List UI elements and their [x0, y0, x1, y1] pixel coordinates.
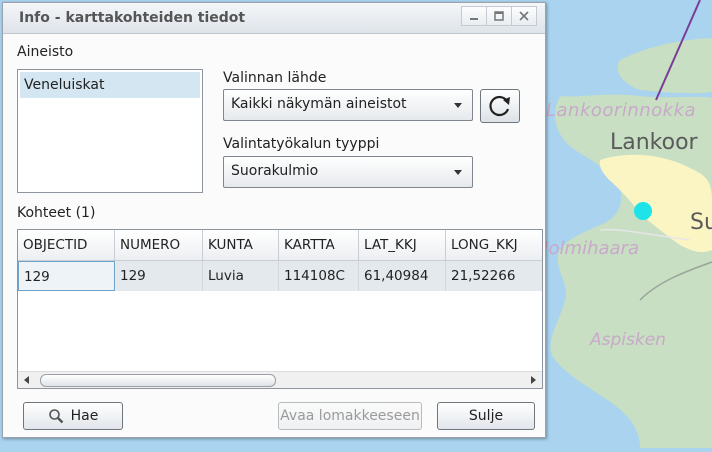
selected-feature-marker[interactable]	[634, 202, 652, 220]
column-header-objectid[interactable]: OBJECTID	[18, 230, 115, 260]
open-form-button[interactable]: Avaa lomakkeeseen	[278, 402, 422, 430]
map-label-lankoorinnokka: Lankoorinnokka	[546, 100, 697, 121]
tool-label: Valintatyökalun tyyppi	[223, 136, 380, 152]
source-select-value: Kaikki näkymän aineistot	[231, 96, 407, 112]
table-cell-long-kkj[interactable]: 21,52266	[446, 261, 542, 291]
close-icon[interactable]	[511, 6, 537, 26]
chevron-down-icon	[454, 103, 462, 108]
maximize-icon[interactable]	[486, 6, 512, 26]
table-row[interactable]: 129 129 Luvia 114108C 61,40984 21,52266	[18, 261, 542, 291]
magnifier-icon	[48, 409, 63, 424]
results-table[interactable]: OBJECTID NUMERO KUNTA KARTTA LAT_KKJ LON…	[17, 229, 543, 389]
window-controls	[461, 6, 537, 26]
source-select[interactable]: Kaikki näkymän aineistot	[223, 89, 473, 121]
search-button[interactable]: Hae	[23, 402, 123, 430]
aineisto-item-veneluiskat[interactable]: Veneluiskat	[20, 72, 200, 98]
close-button[interactable]: Sulje	[437, 402, 535, 430]
info-dialog: Info - karttakohteiden tiedot Aineisto V…	[2, 2, 546, 438]
horizontal-scrollbar[interactable]	[18, 371, 542, 388]
results-label: Kohteet (1)	[17, 205, 95, 221]
column-header-long-kkj[interactable]: LONG_KKJ	[446, 230, 542, 260]
refresh-button[interactable]	[480, 89, 520, 123]
refresh-icon	[489, 95, 510, 117]
source-label: Valinnan lähde	[223, 70, 327, 86]
chevron-down-icon	[454, 170, 462, 175]
table-cell-numero[interactable]: 129	[115, 261, 203, 291]
table-cell-lat-kkj[interactable]: 61,40984	[359, 261, 446, 291]
tool-select[interactable]: Suorakulmio	[223, 156, 473, 188]
results-count: (1)	[75, 205, 96, 221]
map-label-aspisken: Aspisken	[590, 330, 666, 350]
aineisto-label: Aineisto	[17, 44, 74, 60]
table-cell-objectid[interactable]: 129	[18, 261, 115, 291]
dialog-title: Info - karttakohteiden tiedot	[19, 10, 246, 26]
scrollbar-thumb[interactable]	[40, 374, 276, 387]
map-label-su: Su	[690, 210, 712, 235]
results-title: Kohteet	[17, 205, 72, 221]
map-label-holmihaara: Holmihaara	[535, 238, 639, 259]
tool-select-value: Suorakulmio	[231, 163, 319, 179]
dialog-titlebar[interactable]: Info - karttakohteiden tiedot	[3, 3, 545, 34]
table-cell-kunta[interactable]: Luvia	[203, 261, 279, 291]
aineisto-list[interactable]: Veneluiskat	[17, 69, 203, 193]
search-button-label: Hae	[70, 408, 99, 424]
column-header-kartta[interactable]: KARTTA	[279, 230, 359, 260]
table-cell-kartta[interactable]: 114108C	[279, 261, 359, 291]
column-header-numero[interactable]: NUMERO	[115, 230, 203, 260]
map-label-lankoor: Lankoor	[610, 130, 698, 155]
scroll-right-icon[interactable]	[531, 376, 536, 384]
minimize-icon[interactable]	[461, 6, 487, 26]
scroll-left-icon[interactable]	[24, 376, 29, 384]
table-header: OBJECTID NUMERO KUNTA KARTTA LAT_KKJ LON…	[18, 230, 542, 261]
column-header-kunta[interactable]: KUNTA	[203, 230, 279, 260]
column-header-lat-kkj[interactable]: LAT_KKJ	[359, 230, 446, 260]
